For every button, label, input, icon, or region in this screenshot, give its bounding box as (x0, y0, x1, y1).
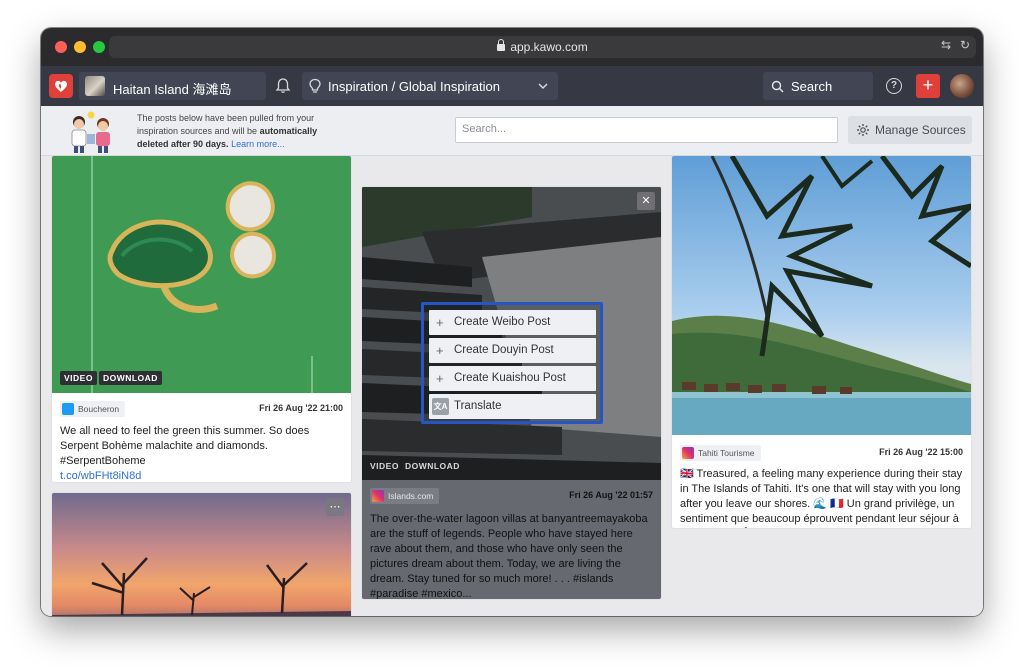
close-window-button[interactable] (55, 41, 67, 53)
chevron-down-icon (538, 83, 548, 90)
post-media-sunset[interactable] (52, 493, 351, 616)
global-search-button[interactable]: Search (763, 72, 873, 100)
post-card-tahiti[interactable]: Tahiti Tourisme Fri 26 Aug '22 15:00 🇬🇧 … (672, 156, 971, 528)
create-weibo-post-item[interactable]: + Create Weibo Post (429, 310, 596, 335)
post-meta: Islands.com Fri 26 Aug '22 01:57 (370, 488, 653, 504)
user-avatar[interactable] (950, 74, 974, 98)
search-input[interactable] (462, 123, 822, 135)
post-link[interactable]: t.co/wbFHt8iN8d (60, 469, 345, 482)
account-avatar (85, 76, 105, 96)
address-text: app.kawo.com (109, 39, 976, 54)
post-meta: Boucheron Fri 26 Aug '22 21:00 (60, 401, 343, 417)
account-switcher[interactable]: Haitan Island 海滩岛 (79, 72, 266, 100)
download-badge[interactable]: DOWNLOAD (405, 461, 460, 471)
browser-titlebar: app.kawo.com ⇆ ↻ (41, 28, 983, 66)
create-douyin-post-item[interactable]: + Create Douyin Post (429, 338, 596, 363)
source-pill[interactable]: Islands.com (370, 488, 440, 504)
translate-icon: 文A (432, 398, 449, 415)
media-badges: VIDEO DOWNLOAD (60, 368, 164, 386)
search-label: Search (791, 79, 833, 94)
minimize-window-button[interactable] (74, 41, 86, 53)
post-date: Fri 26 Aug '22 21:00 (259, 403, 343, 413)
kawo-logo-icon[interactable] (49, 74, 73, 98)
app-navbar: Haitan Island 海滩岛 Inspiration / Global I… (41, 66, 983, 106)
post-media-tahiti[interactable] (672, 156, 971, 435)
manage-sources-label: Manage Sources (875, 123, 966, 137)
source-pill[interactable]: Tahiti Tourisme (680, 445, 761, 461)
post-card-sunset[interactable]: ⋯ (52, 493, 351, 616)
translate-item[interactable]: 文A Translate (429, 394, 596, 419)
lock-icon (497, 39, 506, 51)
post-caption: 🇬🇧 Treasured, a feeling many experience … (680, 468, 963, 525)
bell-icon[interactable] (274, 77, 292, 95)
info-banner: The posts below have been pulled from yo… (41, 106, 983, 156)
create-kuaishou-post-item[interactable]: + Create Kuaishou Post (429, 366, 596, 391)
lightbulb-icon (309, 78, 321, 93)
post-meta: Tahiti Tourisme Fri 26 Aug '22 15:00 (680, 445, 963, 461)
download-badge[interactable]: DOWNLOAD (98, 371, 162, 385)
add-button[interactable]: + (916, 74, 940, 98)
post-action-menu: + Create Weibo Post + Create Douyin Post +… (421, 302, 603, 424)
more-options-icon[interactable]: ⋯ (326, 498, 344, 516)
plus-icon: + (436, 371, 444, 386)
address-bar[interactable]: app.kawo.com (109, 36, 976, 58)
search-box (455, 117, 838, 143)
source-pill[interactable]: Boucheron (60, 401, 126, 417)
instagram-icon (372, 490, 384, 502)
gear-icon (857, 124, 869, 136)
video-badge[interactable]: VIDEO (370, 461, 399, 471)
post-caption: We all need to feel the green this summe… (60, 424, 345, 482)
post-date: Fri 26 Aug '22 01:57 (569, 490, 653, 500)
browser-window: app.kawo.com ⇆ ↻ Haitan Island 海滩岛 Inspi… (41, 28, 983, 616)
plus-icon: + (436, 343, 444, 358)
info-text: The posts below have been pulled from yo… (137, 113, 318, 149)
account-name: Haitan Island 海滩岛 (113, 82, 232, 97)
post-card-boucheron[interactable]: VIDEO DOWNLOAD Boucheron Fri 26 Aug '22 2… (52, 156, 351, 482)
reload-icon[interactable]: ↻ (960, 38, 970, 52)
post-media-ring[interactable]: VIDEO DOWNLOAD (52, 156, 351, 393)
learn-more-link[interactable]: Learn more... (231, 139, 285, 149)
instagram-icon (682, 447, 694, 459)
workspace-label: Inspiration / Global Inspiration (328, 79, 500, 94)
zoom-window-button[interactable] (93, 41, 105, 53)
video-badge[interactable]: VIDEO (60, 371, 97, 385)
workspace-selector[interactable]: Inspiration / Global Inspiration (302, 72, 558, 100)
post-caption: The over-the-water lagoon villas at bany… (370, 513, 648, 599)
people-illustration-icon (71, 111, 110, 153)
plus-icon: + (436, 315, 444, 330)
twitter-icon (62, 403, 74, 415)
close-icon[interactable]: ✕ (637, 192, 655, 210)
help-icon[interactable]: ? (886, 78, 902, 94)
translate-page-icon[interactable]: ⇆ (941, 38, 951, 52)
media-badges: VIDEO DOWNLOAD (370, 456, 466, 474)
post-date: Fri 26 Aug '22 15:00 (879, 447, 963, 457)
manage-sources-button[interactable]: Manage Sources (848, 116, 972, 144)
search-icon (771, 80, 784, 93)
